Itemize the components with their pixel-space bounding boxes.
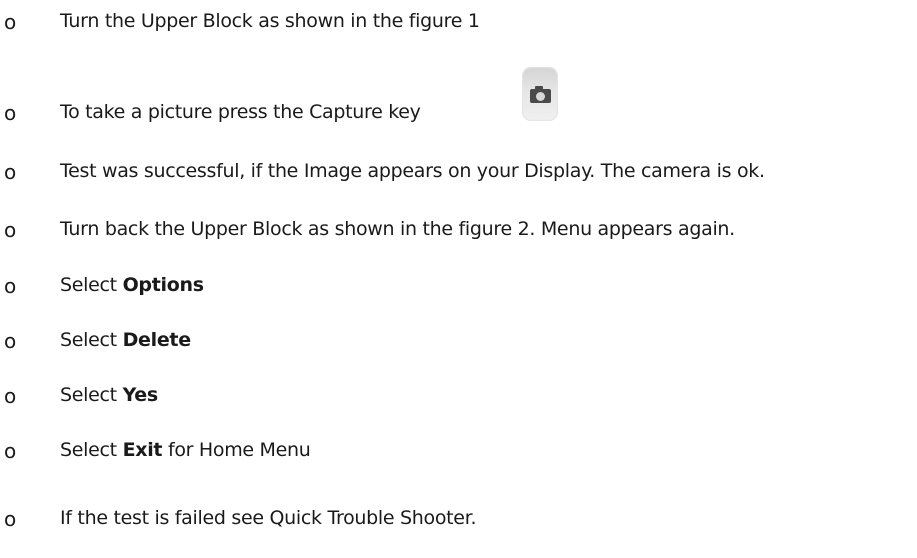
item-bold: Yes — [122, 384, 159, 406]
item-bold: Exit — [122, 439, 163, 461]
item-bold: Options — [122, 274, 204, 296]
item-text: Select Exit for Home Menu — [60, 439, 311, 461]
item-prefix: Select — [60, 329, 123, 351]
item-text: Select Delete — [60, 329, 191, 351]
item-text: Select Options — [60, 274, 204, 296]
bullet: o — [4, 329, 16, 353]
item-prefix: Select — [60, 384, 123, 406]
item-prefix: Select — [60, 439, 123, 461]
camera-capture-key-icon — [522, 67, 558, 121]
item-text: If the test is failed see Quick Trouble … — [60, 507, 477, 529]
bullet: o — [4, 160, 16, 184]
bullet: o — [4, 218, 16, 242]
item-text: Turn back the Upper Block as shown in th… — [60, 218, 735, 240]
bullet: o — [4, 439, 16, 463]
bullet: o — [4, 101, 16, 125]
bullet: o — [4, 507, 16, 531]
item-suffix: for Home Menu — [162, 439, 311, 461]
item-prefix: Select — [60, 274, 123, 296]
item-text: Test was successful, if the Image appear… — [60, 160, 765, 182]
bullet: o — [4, 384, 16, 408]
bullet: o — [4, 10, 16, 34]
item-bold: Delete — [122, 329, 192, 351]
bullet: o — [4, 274, 16, 298]
item-text: Turn the Upper Block as shown in the fig… — [60, 10, 480, 32]
item-text: Select Yes — [60, 384, 158, 406]
item-text: To take a picture press the Capture key — [60, 101, 421, 123]
